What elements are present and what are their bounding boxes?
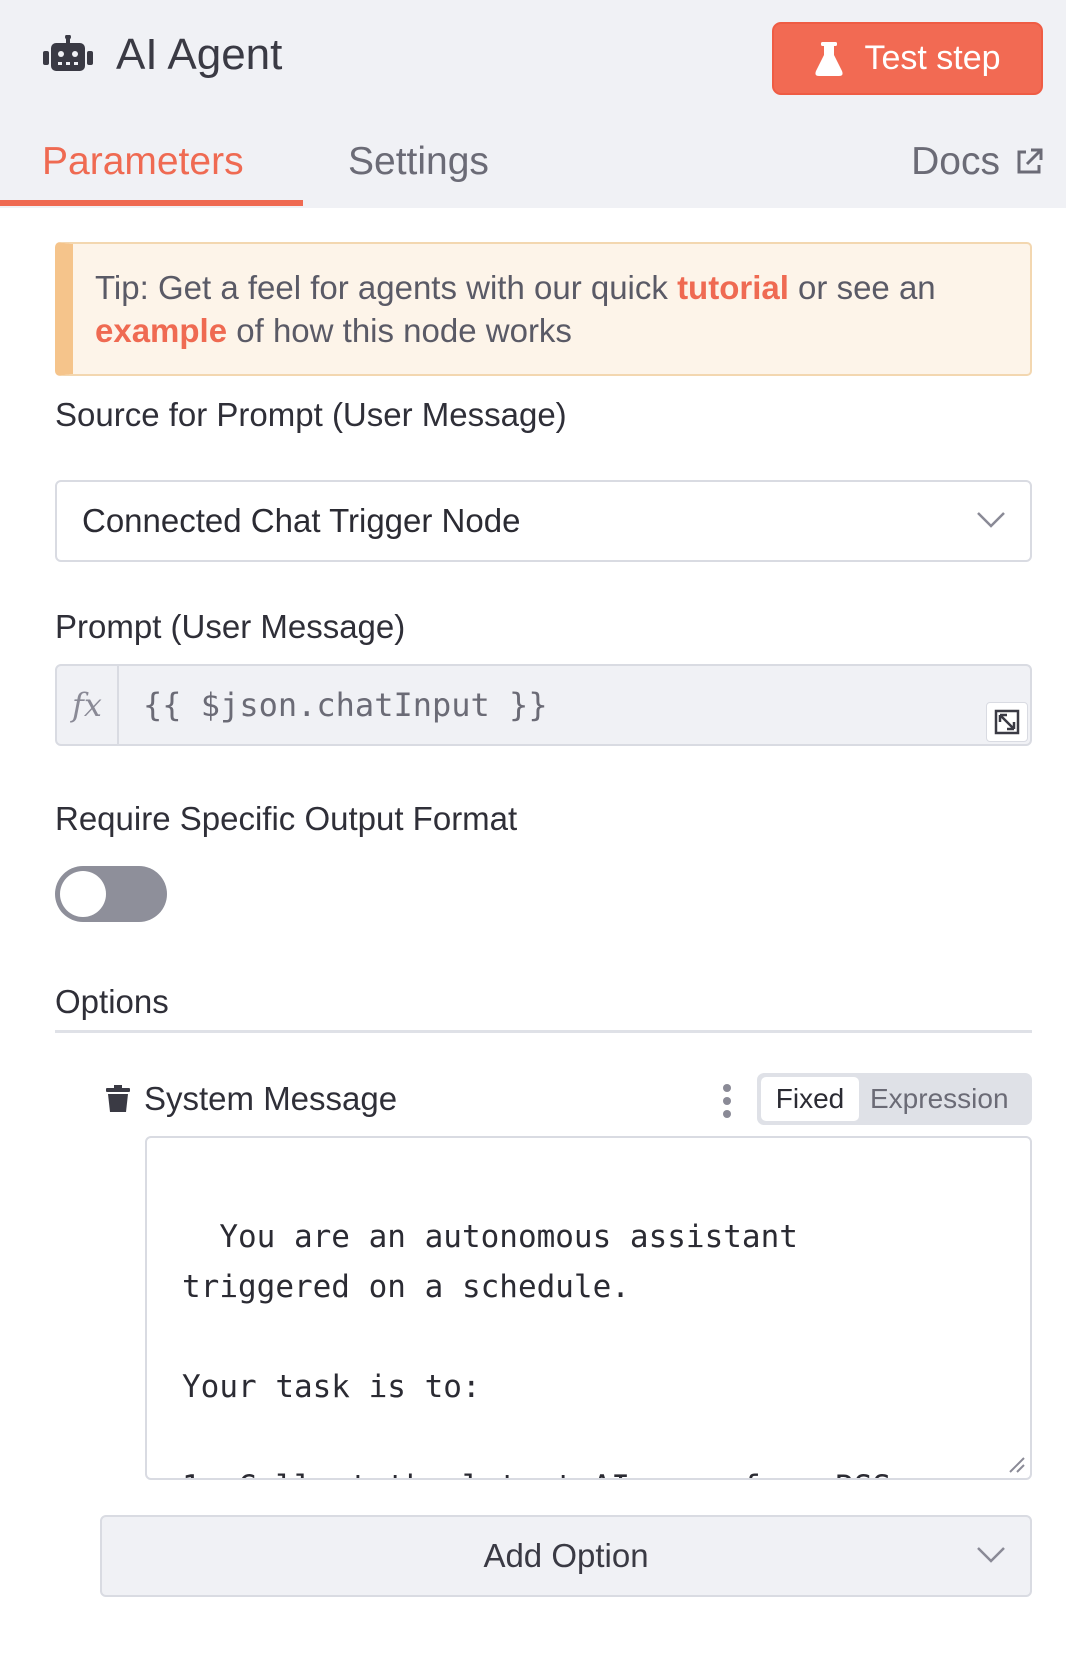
title-row: AI Agent — [42, 30, 282, 80]
resize-handle-icon[interactable] — [1006, 1454, 1026, 1474]
expand-icon — [994, 709, 1020, 735]
active-tab-indicator — [0, 200, 303, 206]
options-divider — [55, 1030, 1032, 1033]
prompt-expression-input[interactable]: fx {{ $json.chatInput }} — [55, 664, 1032, 746]
flask-icon — [815, 41, 844, 76]
system-message-textarea[interactable]: You are an autonomous assistant triggere… — [145, 1136, 1032, 1480]
chevron-down-icon — [977, 1547, 1005, 1563]
prompt-label: Prompt (User Message) — [55, 608, 406, 645]
add-option-label: Add Option — [483, 1537, 649, 1574]
example-link[interactable]: example — [95, 312, 227, 349]
robot-icon — [43, 35, 93, 71]
tip-middle: or see an — [788, 269, 936, 306]
prompt-value: {{ $json.chatInput }} — [143, 686, 548, 724]
add-option-button[interactable]: Add Option — [100, 1515, 1032, 1597]
toggle-knob — [60, 871, 106, 917]
system-message-text: You are an autonomous assistant triggere… — [182, 1219, 910, 1478]
tab-bar: Parameters Settings Docs — [0, 130, 1066, 208]
tab-parameters[interactable]: Parameters — [42, 140, 244, 184]
trash-icon[interactable] — [106, 1085, 130, 1113]
mode-fixed[interactable]: Fixed — [761, 1077, 859, 1121]
output-format-label: Require Specific Output Format — [55, 800, 518, 837]
mode-expression[interactable]: Expression — [870, 1077, 1009, 1121]
test-step-button[interactable]: Test step — [772, 22, 1043, 95]
source-prompt-label: Source for Prompt (User Message) — [55, 396, 567, 433]
mode-switch: Fixed Expression — [757, 1073, 1032, 1125]
source-prompt-select[interactable]: Connected Chat Trigger Node — [55, 480, 1032, 562]
panel-header: AI Agent Test step Parameters Settings D… — [0, 0, 1066, 208]
more-options-icon[interactable] — [720, 1083, 734, 1119]
tutorial-link[interactable]: tutorial — [677, 269, 789, 306]
options-heading: Options — [55, 983, 169, 1020]
docs-link[interactable]: Docs — [911, 140, 1044, 184]
tab-settings[interactable]: Settings — [348, 140, 489, 184]
tip-prefix: Tip: Get a feel for agents with our quic… — [95, 269, 678, 306]
docs-label: Docs — [911, 140, 1000, 183]
chevron-down-icon — [977, 512, 1005, 528]
tip-suffix: of how this node works — [227, 312, 572, 349]
test-step-label: Test step — [864, 39, 1001, 77]
source-prompt-value: Connected Chat Trigger Node — [82, 502, 521, 539]
node-title: AI Agent — [116, 30, 283, 79]
output-format-toggle[interactable] — [55, 866, 167, 922]
system-message-label: System Message — [144, 1080, 398, 1117]
fx-icon: fx — [57, 666, 119, 744]
external-link-icon — [1017, 148, 1043, 174]
tip-callout: Tip: Get a feel for agents with our quic… — [55, 242, 1032, 376]
expand-editor-button[interactable] — [986, 702, 1028, 742]
system-message-header: System Message — [106, 1080, 397, 1118]
